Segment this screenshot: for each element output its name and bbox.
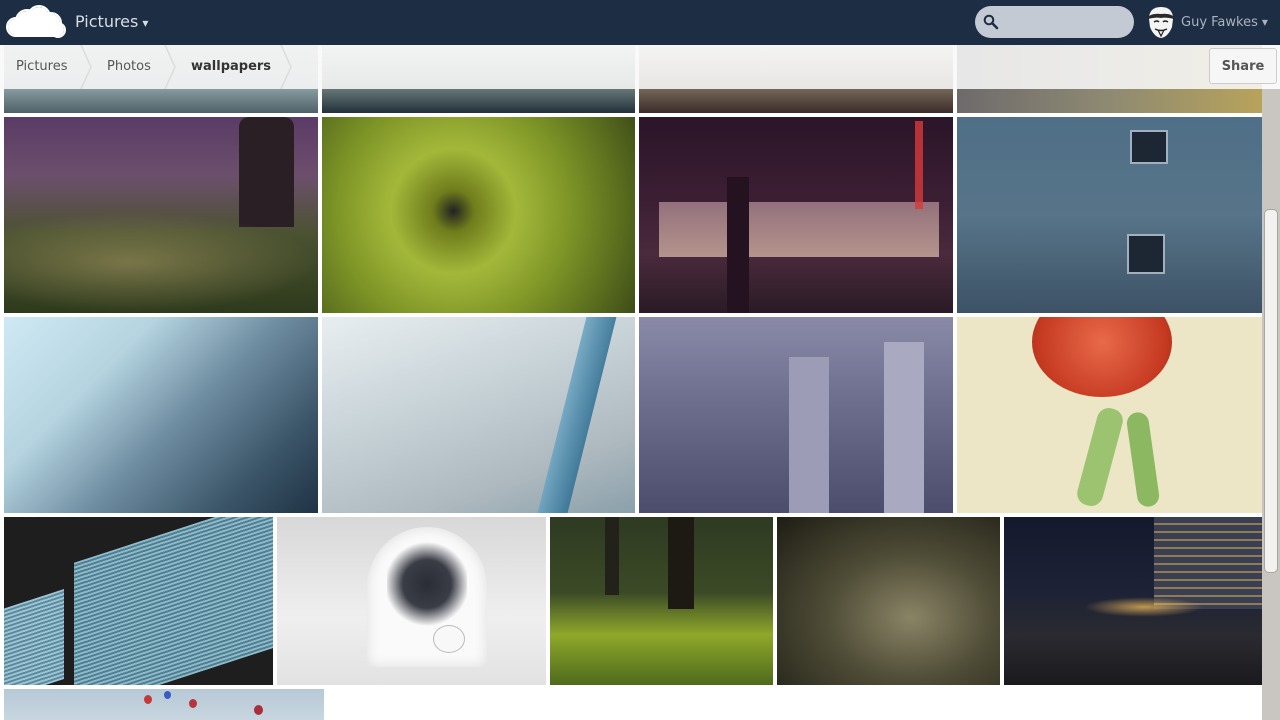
- wall-window: [1130, 130, 1168, 164]
- photo-thumbnail[interactable]: [1004, 517, 1262, 685]
- glass-edge: [537, 317, 617, 513]
- wall-window: [1127, 234, 1165, 274]
- breadcrumb-separator-icon: [80, 45, 92, 89]
- search-icon: [983, 14, 999, 30]
- photo-thumbnail[interactable]: [639, 117, 953, 313]
- scrollbar-thumb[interactable]: [1264, 209, 1278, 573]
- chevron-down-icon: ▾: [142, 16, 149, 30]
- photo-thumbnail[interactable]: [4, 317, 318, 513]
- striped-blind: [74, 517, 273, 685]
- tower: [1154, 517, 1262, 609]
- chevron-down-icon: ▾: [1261, 15, 1268, 29]
- photo-thumbnail[interactable]: [322, 317, 635, 513]
- breadcrumb-item-pictures[interactable]: Pictures: [16, 59, 67, 74]
- cloud-logo-icon[interactable]: [5, 5, 67, 39]
- avatar[interactable]: [1146, 5, 1176, 39]
- city-lights: [1084, 597, 1204, 617]
- photo-thumbnail[interactable]: [957, 117, 1262, 313]
- column: [884, 342, 924, 513]
- breadcrumb-separator-icon: [280, 45, 292, 89]
- flowers: [387, 539, 467, 629]
- balloon: [144, 695, 152, 704]
- column: [789, 357, 829, 513]
- photo-thumbnail[interactable]: [4, 517, 273, 685]
- breadcrumb-item-wallpapers[interactable]: wallpapers: [191, 59, 271, 74]
- photo-thumbnail[interactable]: [4, 689, 324, 720]
- app-name: Pictures: [75, 12, 139, 31]
- photo-thumbnail[interactable]: [639, 317, 953, 513]
- search-box[interactable]: [975, 6, 1134, 38]
- vase: [433, 625, 465, 653]
- photo-thumbnail[interactable]: [277, 517, 546, 685]
- breadcrumb-separator-icon: [164, 45, 176, 89]
- tree-trunk: [239, 117, 294, 227]
- search-input[interactable]: [1001, 10, 1125, 36]
- user-name: Guy Fawkes: [1181, 15, 1258, 30]
- photo-thumbnail[interactable]: [777, 517, 1000, 685]
- app-header: Pictures ▾ Guy Fawkes ▾: [0, 0, 1280, 45]
- tree-trunk: [668, 517, 694, 609]
- photo-thumbnail[interactable]: [957, 317, 1262, 513]
- striped-blind: [4, 589, 64, 685]
- app-menu[interactable]: Pictures ▾: [75, 12, 148, 31]
- share-button[interactable]: Share: [1209, 48, 1277, 84]
- neon-sign: [915, 121, 923, 209]
- tree-trunk: [605, 517, 619, 595]
- lit-window: [659, 202, 939, 257]
- scrollbar[interactable]: [1262, 89, 1280, 720]
- breadcrumb-item-photos[interactable]: Photos: [107, 59, 151, 74]
- pillar: [727, 177, 749, 313]
- cucumber: [1074, 405, 1126, 509]
- balloon: [164, 691, 171, 699]
- photo-thumbnail[interactable]: [4, 117, 318, 313]
- photo-thumbnail[interactable]: [550, 517, 773, 685]
- light-patch: [4, 212, 318, 313]
- cucumber: [1125, 410, 1161, 509]
- balloon: [189, 699, 197, 708]
- user-menu[interactable]: Guy Fawkes ▾: [1181, 15, 1268, 30]
- tomato-slice: [1032, 317, 1172, 397]
- breadcrumb: Pictures Photos wallpapers Share: [0, 45, 1280, 89]
- balloon: [254, 705, 263, 715]
- photo-thumbnail[interactable]: [322, 117, 635, 313]
